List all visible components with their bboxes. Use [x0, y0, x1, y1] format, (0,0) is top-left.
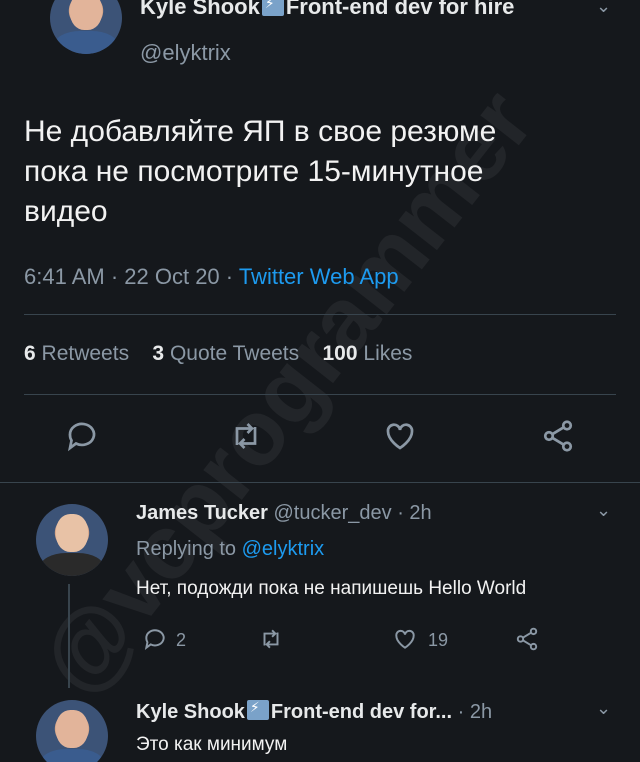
tweet-text-line: пока не посмотрите 15-минутное [24, 155, 484, 188]
reply-text: Нет, подожди пока не напишешь Hello Worl… [136, 578, 527, 599]
share-icon[interactable] [540, 418, 576, 454]
tweet-text-line: видео [24, 195, 108, 228]
tweet-text-line: Не добавляйте ЯП в свое резюме [24, 115, 497, 148]
reply-age[interactable]: 2h [470, 701, 492, 723]
reply-icon[interactable] [64, 418, 100, 454]
lightning-badge-icon [246, 699, 269, 720]
reply-avatar[interactable] [36, 504, 108, 576]
divider [0, 482, 640, 483]
reply-author-name[interactable]: Kyle Shook [136, 701, 245, 723]
reply-age[interactable]: 2h [409, 502, 431, 524]
reply-author-title: Front-end dev for... [270, 701, 453, 723]
chevron-down-icon[interactable]: ⌄ [596, 500, 611, 521]
chevron-down-icon[interactable]: ⌄ [596, 698, 611, 719]
reply-text: Это как минимум [136, 734, 288, 755]
likes-stat[interactable]: 100 Likes [323, 342, 413, 365]
retweet-icon[interactable] [258, 626, 284, 652]
tweet-time[interactable]: 6:41 AM [24, 264, 105, 289]
author-name-row[interactable]: Kyle Shook Front-end dev for hire [140, 0, 514, 20]
replying-to-handle[interactable]: @elyktrix [242, 538, 325, 560]
author-avatar[interactable] [50, 0, 122, 54]
author-name: Kyle Shook [140, 0, 260, 19]
reply-author-handle[interactable]: @tucker_dev [274, 502, 392, 524]
tweet-source[interactable]: Twitter Web App [239, 264, 399, 289]
lightning-badge-icon [261, 0, 284, 16]
author-title: Front-end dev for hire [285, 0, 515, 19]
thread-line [68, 584, 70, 688]
reply-author-name[interactable]: James Tucker [136, 502, 268, 524]
tweet-meta: 6:41 AM · 22 Oct 20 · Twitter Web App [24, 264, 399, 289]
reply-header: Kyle ShookFront-end dev for... · 2h [136, 699, 492, 724]
like-icon[interactable] [392, 626, 418, 652]
tweet-text: Не добавляйте ЯП в свое резюме пока не п… [24, 112, 624, 232]
tweet-stats: 6 Retweets 3 Quote Tweets 100 Likes [24, 342, 412, 366]
like-icon[interactable] [382, 418, 418, 454]
reply-count: 2 [176, 630, 187, 650]
replying-to: Replying to @elyktrix [136, 538, 325, 560]
quote-tweets-stat[interactable]: 3 Quote Tweets [152, 342, 299, 365]
divider [24, 314, 616, 315]
reply-icon[interactable] [142, 626, 168, 652]
retweet-icon[interactable] [228, 418, 264, 454]
divider [24, 394, 616, 395]
reply-header: James Tucker @tucker_dev · 2h [136, 502, 432, 524]
like-count: 19 [428, 630, 449, 650]
share-icon[interactable] [514, 626, 540, 652]
reply-avatar[interactable] [36, 700, 108, 762]
tweet-date[interactable]: 22 Oct 20 [124, 264, 219, 289]
retweets-stat[interactable]: 6 Retweets [24, 342, 129, 365]
chevron-down-icon[interactable]: ⌄ [596, 0, 611, 17]
author-handle[interactable]: @elyktrix [140, 40, 231, 66]
